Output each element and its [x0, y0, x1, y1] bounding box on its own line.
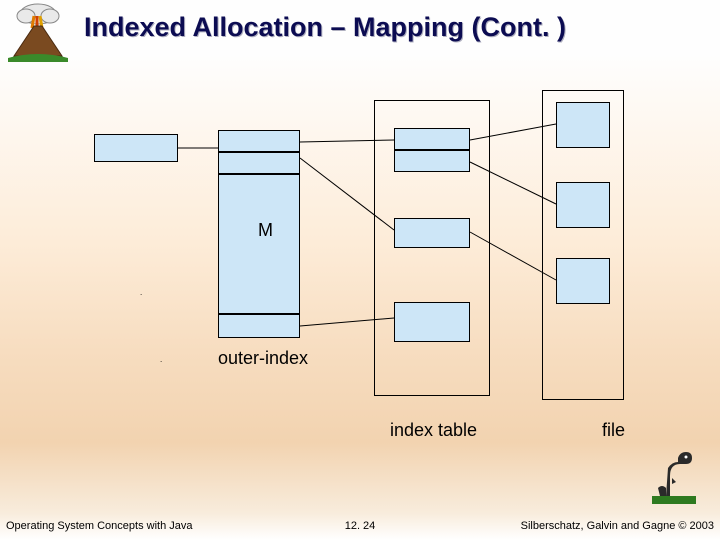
file-label: file [602, 420, 625, 441]
outer-index-label: outer-index [218, 348, 308, 369]
arrow-glyph: M [258, 220, 273, 241]
dinosaur-icon [652, 444, 696, 504]
root-pointer-box [94, 134, 178, 162]
index-table-label: index table [390, 420, 477, 441]
outer-index-body [218, 174, 300, 314]
slide: Indexed Allocation – Mapping (Cont. ) M … [0, 0, 720, 540]
file-block [556, 258, 610, 304]
footer-copyright: Silberschatz, Galvin and Gagne © 2003 [521, 520, 714, 532]
artifact-dot: . [160, 355, 162, 364]
index-table-slot [394, 128, 470, 150]
footer-page-number: 12. 24 [345, 520, 376, 532]
footer-left: Operating System Concepts with Java [6, 520, 192, 532]
index-table-slot [394, 218, 470, 248]
outer-index-slot [218, 130, 300, 152]
file-block [556, 182, 610, 228]
index-table-slot [394, 302, 470, 342]
outer-index-slot [218, 314, 300, 338]
artifact-dot: . [140, 288, 142, 297]
file-block [556, 102, 610, 148]
index-table-slot [394, 150, 470, 172]
outer-index-slot [218, 152, 300, 174]
